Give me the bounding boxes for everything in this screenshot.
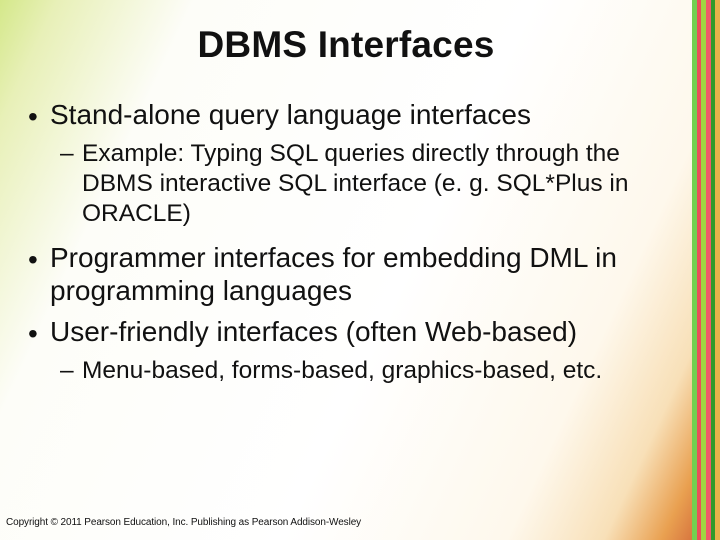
bullet-level2: – Example: Typing SQL queries directly t… [60, 139, 684, 229]
decorative-stripes [692, 0, 720, 540]
bullet-text: Programmer interfaces for embedding DML … [50, 241, 684, 307]
bullet-level2: – Menu-based, forms-based, graphics-base… [60, 356, 684, 386]
bullet-level1: • User-friendly interfaces (often Web-ba… [28, 315, 684, 350]
bullet-text: Menu-based, forms-based, graphics-based,… [82, 356, 684, 386]
bullet-text: Stand-alone query language interfaces [50, 98, 684, 133]
copyright-text: Copyright © 2011 Pearson Education, Inc.… [6, 517, 361, 528]
slide-title: DBMS Interfaces [0, 0, 692, 76]
bullet-dot-icon: • [28, 315, 50, 350]
bullet-dash-icon: – [60, 356, 82, 386]
bullet-level1: • Programmer interfaces for embedding DM… [28, 241, 684, 307]
slide-content: • Stand-alone query language interfaces … [0, 76, 692, 386]
bullet-text: User-friendly interfaces (often Web-base… [50, 315, 684, 350]
slide-body: DBMS Interfaces • Stand-alone query lang… [0, 0, 692, 540]
bullet-dot-icon: • [28, 98, 50, 133]
bullet-level1: • Stand-alone query language interfaces [28, 98, 684, 133]
bullet-dot-icon: • [28, 241, 50, 307]
bullet-text: Example: Typing SQL queries directly thr… [82, 139, 684, 229]
bullet-dash-icon: – [60, 139, 82, 229]
